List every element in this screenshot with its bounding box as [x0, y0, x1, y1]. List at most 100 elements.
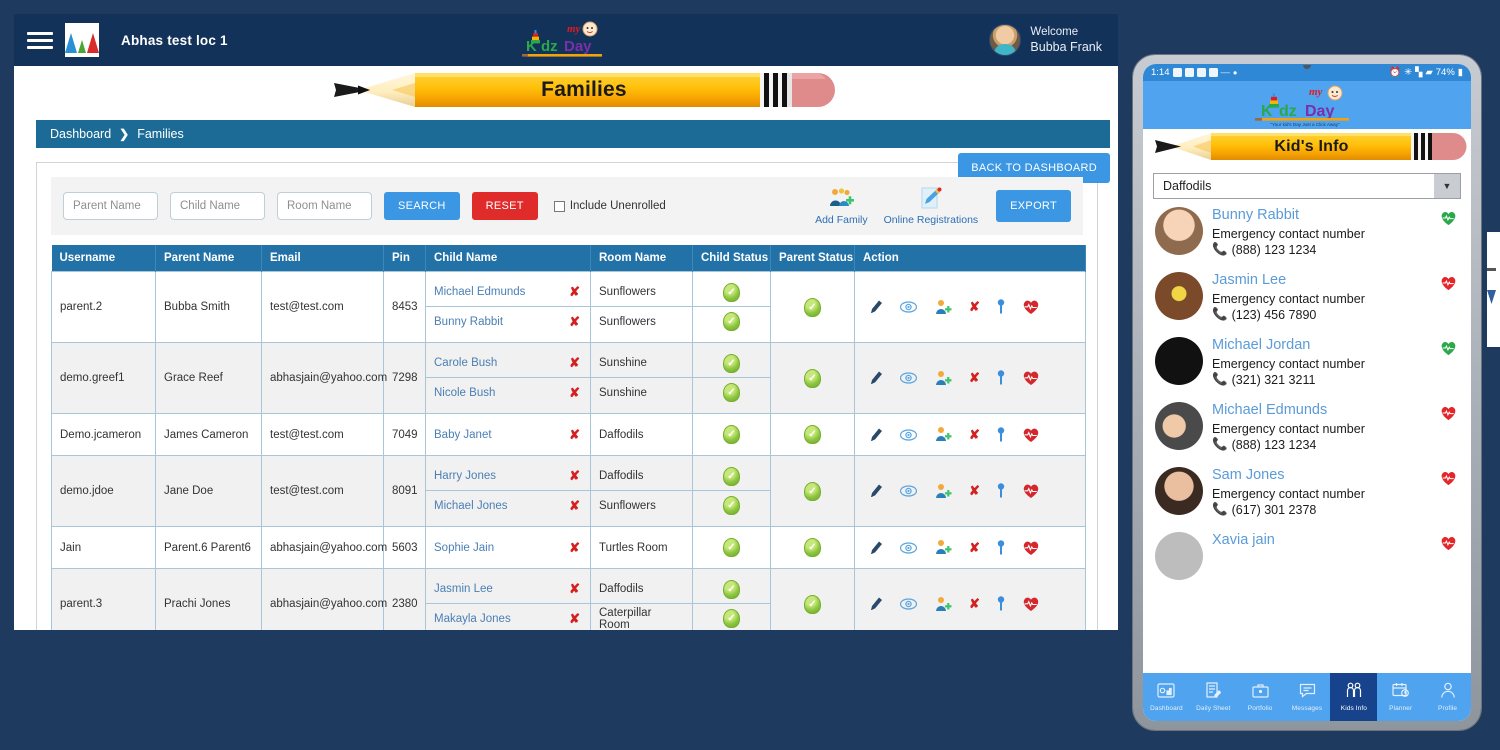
child-name-link[interactable]: Michael Jones: [434, 500, 508, 512]
remove-child-icon[interactable]: ✘: [569, 427, 580, 443]
kid-health-heart-icon[interactable]: [1440, 535, 1457, 551]
nav-item-dashboard[interactable]: Dashboard: [1143, 673, 1190, 721]
child-name-row[interactable]: Sophie Jain ✘: [426, 533, 590, 562]
health-heart-icon[interactable]: [1022, 427, 1040, 443]
export-button[interactable]: EXPORT: [996, 190, 1071, 222]
kid-list-item[interactable]: Bunny Rabbit Emergency contact number 📞(…: [1149, 199, 1465, 264]
child-name-row[interactable]: Baby Janet ✘: [426, 420, 590, 449]
add-person-icon[interactable]: [934, 539, 952, 556]
delete-x-icon[interactable]: ✘: [969, 299, 980, 315]
kid-name-link[interactable]: Bunny Rabbit: [1212, 207, 1461, 223]
add-person-icon[interactable]: [934, 299, 952, 316]
column-header-parent-name[interactable]: Parent Name: [155, 245, 262, 272]
child-name-link[interactable]: Sophie Jain: [434, 542, 494, 554]
pencil-icon[interactable]: [869, 540, 883, 556]
eye-icon[interactable]: [900, 484, 917, 498]
search-button[interactable]: SEARCH: [384, 192, 460, 220]
nav-item-kids-info[interactable]: Kids Info: [1330, 673, 1378, 721]
kid-health-heart-icon[interactable]: [1440, 405, 1457, 421]
remove-child-icon[interactable]: ✘: [569, 611, 580, 627]
child-name-link[interactable]: Carole Bush: [434, 357, 497, 369]
include-unenrolled-checkbox[interactable]: Include Unenrolled: [553, 200, 666, 212]
chevron-down-icon[interactable]: ▼: [1434, 174, 1460, 198]
column-header-email[interactable]: Email: [261, 245, 384, 272]
remove-child-icon[interactable]: ✘: [569, 468, 580, 484]
key-icon[interactable]: [997, 596, 1005, 612]
key-icon[interactable]: [997, 299, 1005, 315]
column-header-child-status[interactable]: Child Status: [692, 245, 771, 272]
kid-name-link[interactable]: Sam Jones: [1212, 467, 1461, 483]
room-name-input[interactable]: [277, 192, 372, 220]
column-header-pin[interactable]: Pin: [383, 245, 426, 272]
health-heart-icon[interactable]: [1022, 483, 1040, 499]
health-heart-icon[interactable]: [1022, 370, 1040, 386]
delete-x-icon[interactable]: ✘: [969, 596, 980, 612]
child-name-row[interactable]: Michael Edmunds ✘: [426, 278, 590, 307]
nav-item-daily-sheet[interactable]: Daily Sheet: [1190, 673, 1237, 721]
child-name-link[interactable]: Nicole Bush: [434, 387, 495, 399]
room-selector-dropdown[interactable]: Daffodils ▼: [1153, 173, 1461, 199]
child-name-row[interactable]: Carole Bush ✘: [426, 349, 590, 378]
column-header-room-name[interactable]: Room Name: [590, 245, 693, 272]
health-heart-icon[interactable]: [1022, 299, 1040, 315]
add-family-button[interactable]: Add Family: [815, 186, 868, 226]
table-row[interactable]: demo.jdoe Jane Doe test@test.com 8091 Harry…: [51, 455, 1086, 527]
eye-icon[interactable]: [900, 371, 917, 385]
kid-list-item[interactable]: Michael Edmunds Emergency contact number…: [1149, 394, 1465, 459]
remove-child-icon[interactable]: ✘: [569, 581, 580, 597]
health-heart-icon[interactable]: [1022, 540, 1040, 556]
reset-button[interactable]: RESET: [471, 192, 538, 220]
child-name-link[interactable]: Jasmin Lee: [434, 583, 493, 595]
eye-icon[interactable]: [900, 541, 917, 555]
child-name-link[interactable]: Makayla Jones: [434, 613, 511, 625]
pencil-icon[interactable]: [869, 483, 883, 499]
hamburger-menu-icon[interactable]: [27, 28, 53, 53]
table-row[interactable]: Demo.jcameron James Cameron test@test.com 7…: [51, 413, 1086, 456]
kid-health-heart-icon[interactable]: [1440, 275, 1457, 291]
child-name-row[interactable]: Michael Jones ✘: [426, 491, 590, 520]
pencil-icon[interactable]: [869, 596, 883, 612]
key-icon[interactable]: [997, 426, 1005, 443]
remove-child-icon[interactable]: ✘: [569, 355, 580, 371]
pencil-icon[interactable]: [869, 427, 883, 443]
child-name-link[interactable]: Baby Janet: [434, 429, 492, 441]
delete-x-icon[interactable]: ✘: [969, 427, 980, 443]
kid-name-link[interactable]: Michael Edmunds: [1212, 402, 1461, 418]
remove-child-icon[interactable]: ✘: [569, 540, 580, 556]
child-name-row[interactable]: Nicole Bush ✘: [426, 378, 590, 407]
nav-item-messages[interactable]: Messages: [1284, 673, 1331, 721]
pencil-icon[interactable]: [869, 299, 883, 315]
kid-health-heart-icon[interactable]: [1440, 340, 1457, 356]
kid-name-link[interactable]: Xavia jain: [1212, 532, 1461, 548]
parent-name-input[interactable]: [63, 192, 158, 220]
add-person-icon[interactable]: [934, 426, 952, 443]
child-name-input[interactable]: [170, 192, 265, 220]
eye-icon[interactable]: [900, 597, 917, 611]
nav-item-planner[interactable]: Planner: [1377, 673, 1424, 721]
kid-name-link[interactable]: Michael Jordan: [1212, 337, 1461, 353]
column-header-username[interactable]: Username: [51, 245, 156, 272]
breadcrumb-dashboard-link[interactable]: Dashboard: [50, 127, 111, 141]
kid-health-heart-icon[interactable]: [1440, 210, 1457, 226]
column-header-child-name[interactable]: Child Name: [425, 245, 591, 272]
add-person-icon[interactable]: [934, 596, 952, 613]
key-icon[interactable]: [997, 370, 1005, 386]
column-header-action[interactable]: Action: [854, 245, 1086, 272]
delete-x-icon[interactable]: ✘: [969, 370, 980, 386]
child-name-row[interactable]: Makayla Jones ✘: [426, 604, 590, 630]
kid-list-item[interactable]: Michael Jordan Emergency contact number …: [1149, 329, 1465, 394]
online-registrations-button[interactable]: Online Registrations: [884, 186, 978, 226]
health-heart-icon[interactable]: [1022, 596, 1040, 612]
kids-info-list[interactable]: Bunny Rabbit Emergency contact number 📞(…: [1143, 199, 1471, 673]
nav-item-portfolio[interactable]: Portfolio: [1237, 673, 1284, 721]
eye-icon[interactable]: [900, 428, 917, 442]
table-row[interactable]: demo.greef1 Grace Reef abhasjain@yahoo.com…: [51, 342, 1086, 414]
key-icon[interactable]: [997, 483, 1005, 499]
eye-icon[interactable]: [900, 300, 917, 314]
kid-list-item[interactable]: Sam Jones Emergency contact number 📞 (617…: [1149, 459, 1465, 524]
pencil-icon[interactable]: [869, 370, 883, 386]
add-person-icon[interactable]: [934, 370, 952, 387]
nav-item-profile[interactable]: Profile: [1424, 673, 1471, 721]
user-welcome-area[interactable]: Welcome Bubba Frank: [989, 14, 1102, 66]
child-name-row[interactable]: Harry Jones ✘: [426, 462, 590, 491]
